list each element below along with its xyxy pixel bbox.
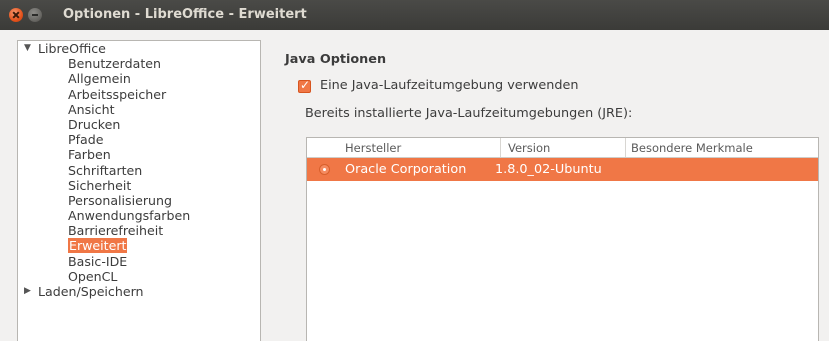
tree-item-label: Personalisierung xyxy=(68,192,172,208)
checkmark-icon: ✓ xyxy=(300,78,311,92)
close-icon[interactable] xyxy=(9,8,23,22)
window-title: Optionen - LibreOffice - Erweitert xyxy=(63,7,307,22)
minimize-icon[interactable] xyxy=(28,8,42,22)
tree-item-pfade[interactable]: Pfade xyxy=(18,132,260,147)
tree-item-basic-ide[interactable]: Basic-IDE xyxy=(18,254,260,269)
table-header: Hersteller Version Besondere Merkmale xyxy=(307,138,818,158)
column-separator xyxy=(625,138,626,157)
tree-item-schriftarten[interactable]: Schriftarten xyxy=(18,163,260,178)
tree-item-drucken[interactable]: Drucken xyxy=(18,117,260,132)
table-row[interactable]: Oracle Corporation 1.8.0_02-Ubuntu xyxy=(307,158,818,181)
installed-jre-label: Bereits installierte Java-Laufzeitumgebu… xyxy=(305,106,633,121)
cell-vendor: Oracle Corporation xyxy=(345,162,467,177)
tree-item-personalisierung[interactable]: Personalisierung xyxy=(18,193,260,208)
tree-item-label: Arbeitsspeicher xyxy=(68,86,167,102)
tree-item-arbeitsspeicher[interactable]: Arbeitsspeicher xyxy=(18,87,260,102)
use-jre-label[interactable]: Eine Java-Laufzeitumgebung verwenden xyxy=(320,78,578,93)
cell-version: 1.8.0_02-Ubuntu xyxy=(495,162,602,177)
tree-item-label: Farben xyxy=(68,147,111,163)
options-tree[interactable]: ▼ LibreOffice Benutzerdaten Allgemein Ar… xyxy=(17,40,261,341)
tree-item-label: Laden/Speichern xyxy=(38,284,144,299)
tree-item-label: Basic-IDE xyxy=(68,253,128,269)
radio-dot-icon xyxy=(323,168,326,171)
tree-item-label: Barrierefreiheit xyxy=(68,223,164,239)
column-header-version[interactable]: Version xyxy=(508,141,550,155)
tree-item-label-selected: Erweitert xyxy=(68,238,128,254)
tree-item-opencl[interactable]: OpenCL xyxy=(18,269,260,284)
tree-item-barrierefreiheit[interactable]: Barrierefreiheit xyxy=(18,223,260,238)
tree-item-benutzerdaten[interactable]: Benutzerdaten xyxy=(18,56,260,71)
tree-item-label: Pfade xyxy=(68,132,104,148)
tree-item-label: Schriftarten xyxy=(68,162,143,178)
column-header-besondere-merkmale[interactable]: Besondere Merkmale xyxy=(631,141,753,155)
collapsed-triangle-icon[interactable]: ▶ xyxy=(24,284,31,299)
tree-item-anwendungsfarben[interactable]: Anwendungsfarben xyxy=(18,208,260,223)
tree-item-label: Sicherheit xyxy=(68,177,132,193)
tree-item-ansicht[interactable]: Ansicht xyxy=(18,102,260,117)
java-options-heading: Java Optionen xyxy=(285,52,387,67)
tree-item-label: OpenCL xyxy=(68,268,118,284)
tree-item-label: LibreOffice xyxy=(38,41,106,56)
use-jre-checkbox[interactable]: ✓ xyxy=(298,78,311,93)
expanded-triangle-icon[interactable]: ▼ xyxy=(24,41,31,56)
tree-item-allgemein[interactable]: Allgemein xyxy=(18,71,260,86)
column-separator xyxy=(500,138,501,157)
tree-item-erweitert[interactable]: Erweitert xyxy=(18,238,260,254)
tree-item-label: Allgemein xyxy=(68,71,131,87)
window-titlebar: Optionen - LibreOffice - Erweitert xyxy=(0,0,829,30)
tree-item-farben[interactable]: Farben xyxy=(18,147,260,162)
tree-item-laden-speichern[interactable]: ▶ Laden/Speichern xyxy=(18,284,260,299)
tree-item-libreoffice[interactable]: ▼ LibreOffice xyxy=(18,41,260,56)
jre-table[interactable]: Hersteller Version Besondere Merkmale Or… xyxy=(306,137,819,341)
column-header-hersteller[interactable]: Hersteller xyxy=(345,141,401,155)
jre-select-radio[interactable] xyxy=(319,164,330,175)
tree-item-label: Drucken xyxy=(68,116,121,132)
tree-item-label: Benutzerdaten xyxy=(68,56,161,72)
tree-item-sicherheit[interactable]: Sicherheit xyxy=(18,178,260,193)
tree-item-label: Ansicht xyxy=(68,101,115,117)
tree-item-label: Anwendungsfarben xyxy=(68,208,191,224)
